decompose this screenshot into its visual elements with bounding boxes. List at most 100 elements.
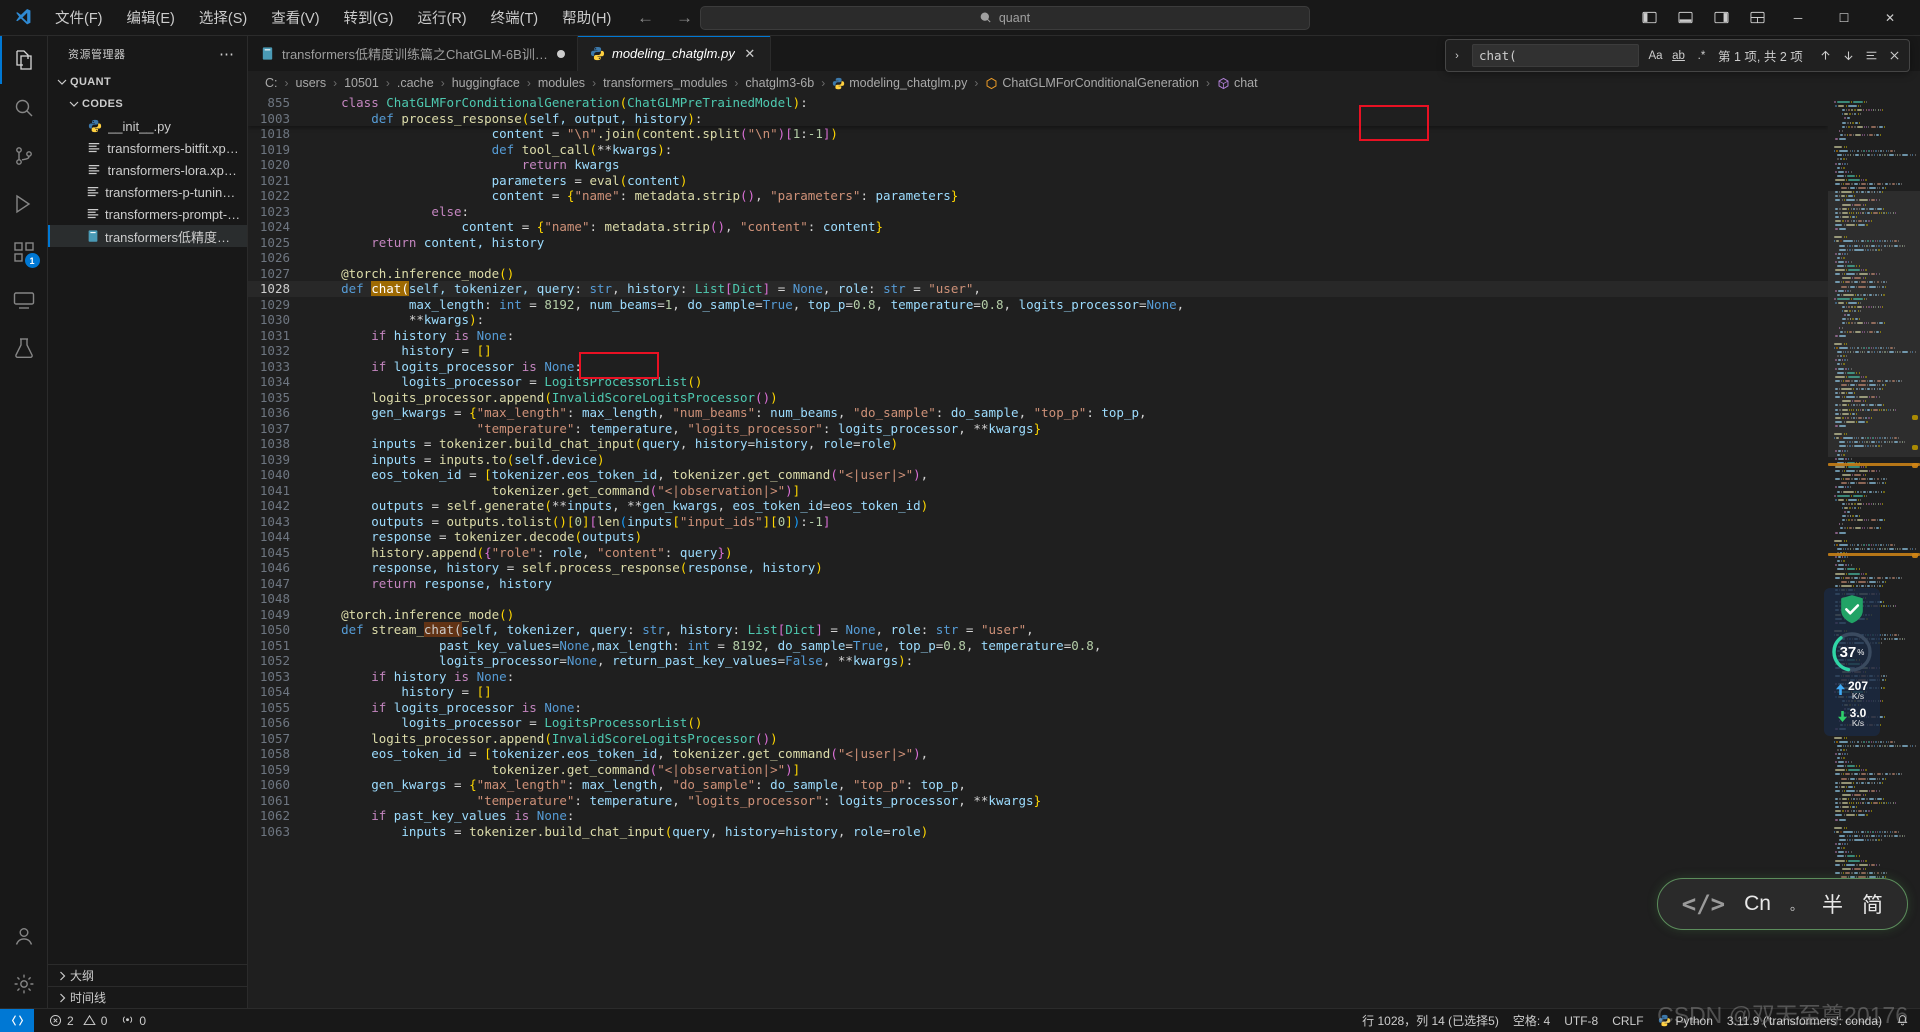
code-line[interactable]: 1061 "temperature": temperature, "logits… — [248, 793, 1828, 809]
menu-file[interactable]: 文件(F) — [44, 3, 114, 32]
menu-bar[interactable]: 文件(F) 编辑(E) 选择(S) 查看(V) 转到(G) 运行(R) 终端(T… — [44, 3, 622, 32]
code-line[interactable]: 1042 outputs = self.generate(**inputs, *… — [248, 498, 1828, 514]
toggle-secondary-sidebar-icon[interactable] — [1704, 5, 1738, 31]
toggle-primary-sidebar-icon[interactable] — [1632, 5, 1666, 31]
code-line[interactable]: 1043 outputs = outputs.tolist()[0][len(i… — [248, 514, 1828, 530]
arrow-left-icon[interactable]: ← — [637, 8, 654, 28]
sidebar-section-outline[interactable]: 大纲 — [48, 964, 247, 986]
code-line[interactable]: 1034 logits_processor = LogitsProcessorL… — [248, 374, 1828, 390]
find-previous-icon[interactable] — [1814, 45, 1836, 67]
file-item-transformers-p-tuning[interactable]: transformers-p-tuning.xpynb — [48, 181, 247, 203]
sticky-code-line[interactable]: 1003 def process_response(self, output, … — [248, 111, 1828, 127]
code-line[interactable]: 1036 gen_kwargs = {"max_length": max_len… — [248, 405, 1828, 421]
python-interpreter-status[interactable]: 3.11.9 ('transformers': conda) — [1720, 1009, 1889, 1032]
tab-modeling-chatglm-py[interactable]: modeling_chatglm.py ✕ — [578, 36, 771, 71]
code-line[interactable]: 1025 return content, history — [248, 235, 1828, 251]
code-line[interactable]: 1040 eos_token_id = [tokenizer.eos_token… — [248, 467, 1828, 483]
code-line[interactable]: 1060 gen_kwargs = {"max_length": max_len… — [248, 777, 1828, 793]
toggle-panel-icon[interactable] — [1668, 5, 1702, 31]
menu-go[interactable]: 转到(G) — [333, 3, 405, 32]
navigation-arrows[interactable]: ← → — [637, 8, 693, 28]
tab-dirty-indicator[interactable] — [557, 49, 565, 58]
code-line[interactable]: 1026 — [248, 250, 1828, 266]
code-line[interactable]: 1022 content = {"name": metadata.strip()… — [248, 188, 1828, 204]
customize-layout-icon[interactable] — [1740, 5, 1774, 31]
breadcrumb-item-method[interactable]: chat — [1214, 75, 1261, 91]
ime-code-mode[interactable]: </> — [1682, 890, 1725, 918]
sidebar-item-extensions[interactable]: 1 — [0, 228, 48, 276]
code-line[interactable]: 1035 logits_processor.append(InvalidScor… — [248, 390, 1828, 406]
file-item-transformers-chatglm[interactable]: transformers低精度训练篇之ChatG... — [48, 225, 247, 247]
accounts-button[interactable] — [0, 912, 48, 960]
find-input[interactable]: chat( — [1472, 44, 1639, 67]
code-line[interactable]: 1038 inputs = tokenizer.build_chat_input… — [248, 436, 1828, 452]
sidebar-section-timeline[interactable]: 时间线 — [48, 986, 247, 1008]
code-line[interactable]: 1045 history.append({"role": role, "cont… — [248, 545, 1828, 561]
code-line[interactable]: 1056 logits_processor = LogitsProcessorL… — [248, 715, 1828, 731]
ime-language-toggle[interactable]: Cn — [1744, 892, 1771, 916]
code-line[interactable]: 1027 @torch.inference_mode() — [248, 266, 1828, 282]
breadcrumb-item-class[interactable]: ChatGLMForConditionalGeneration — [982, 75, 1202, 91]
quick-input-bar[interactable]: quant — [700, 5, 1310, 30]
regex-toggle[interactable]: .* — [1691, 46, 1712, 66]
code-line[interactable]: 1021 parameters = eval(content) — [248, 173, 1828, 189]
code-line[interactable]: 1037 "temperature": temperature, "logits… — [248, 421, 1828, 437]
breadcrumb-item-cache[interactable]: .cache — [394, 75, 437, 91]
arrow-right-icon[interactable]: → — [676, 8, 693, 28]
minimap[interactable] — [1828, 95, 1920, 1008]
code-lines[interactable]: 1018 content = "\n".join(content.split("… — [248, 126, 1828, 839]
ime-simplified-toggle[interactable]: 简 — [1862, 889, 1883, 919]
tree-root-quant[interactable]: QUANT — [48, 71, 247, 93]
code-line[interactable]: 1018 content = "\n".join(content.split("… — [248, 126, 1828, 142]
encoding-status[interactable]: UTF-8 — [1557, 1009, 1605, 1032]
tree-folder-codes[interactable]: CODES — [48, 93, 247, 115]
menu-help[interactable]: 帮助(H) — [551, 3, 622, 32]
remote-window-button[interactable] — [0, 1008, 34, 1032]
ports-status[interactable]: 0 — [114, 1009, 153, 1032]
code-line[interactable]: 1055 if logits_processor is None: — [248, 700, 1828, 716]
ime-width-toggle[interactable]: 半 — [1822, 889, 1843, 919]
code-content[interactable]: 855 class ChatGLMForConditionalGeneratio… — [248, 95, 1828, 1008]
find-widget[interactable]: › chat( Aa ab .* 第 1 项, 共 2 项 — [1445, 39, 1910, 72]
breadcrumb-item-drive[interactable]: C: — [262, 75, 281, 91]
menu-terminal[interactable]: 终端(T) — [480, 3, 550, 32]
code-line[interactable]: 1062 if past_key_values is None: — [248, 808, 1828, 824]
indentation-status[interactable]: 空格: 4 — [1506, 1009, 1557, 1032]
eol-status[interactable]: CRLF — [1605, 1009, 1650, 1032]
code-line[interactable]: 1030 **kwargs): — [248, 312, 1828, 328]
cursor-position-status[interactable]: 行 1028，列 14 (已选择5) — [1355, 1009, 1506, 1032]
explorer-more-actions-icon[interactable]: ⋯ — [215, 45, 239, 63]
code-line[interactable]: 1028 def chat(self, tokenizer, query: st… — [248, 281, 1828, 297]
sidebar-item-run-debug[interactable] — [0, 180, 48, 228]
code-line[interactable]: 1024 content = {"name": metadata.strip()… — [248, 219, 1828, 235]
find-in-selection-icon[interactable] — [1860, 45, 1882, 67]
code-line[interactable]: 1053 if history is None: — [248, 669, 1828, 685]
match-case-toggle[interactable]: Aa — [1645, 46, 1666, 66]
breadcrumb-item-10501[interactable]: 10501 — [341, 75, 382, 91]
breadcrumb-item-huggingface[interactable]: huggingface — [449, 75, 523, 91]
code-line[interactable]: 1059 tokenizer.get_command("<|observatio… — [248, 762, 1828, 778]
menu-run[interactable]: 运行(R) — [406, 3, 477, 32]
chevron-right-icon[interactable]: › — [1448, 50, 1466, 62]
breadcrumb-item-modules[interactable]: modules — [535, 75, 588, 91]
code-line[interactable]: 1063 inputs = tokenizer.build_chat_input… — [248, 824, 1828, 840]
code-line[interactable]: 1047 return response, history — [248, 576, 1828, 592]
breadcrumb-item-transformers-modules[interactable]: transformers_modules — [600, 75, 730, 91]
sticky-code-line[interactable]: 855 class ChatGLMForConditionalGeneratio… — [248, 95, 1828, 111]
breadcrumb-item-chatglm3-6b[interactable]: chatglm3-6b — [742, 75, 817, 91]
code-line[interactable]: 1032 history = [] — [248, 343, 1828, 359]
sidebar-item-search[interactable] — [0, 84, 48, 132]
window-minimize-button[interactable]: ─ — [1776, 1, 1820, 35]
sidebar-item-source-control[interactable] — [0, 132, 48, 180]
file-item-transformers-lora[interactable]: transformers-lora.xpynb — [48, 159, 247, 181]
code-line[interactable]: 1052 logits_processor=None, return_past_… — [248, 653, 1828, 669]
code-line[interactable]: 1057 logits_processor.append(InvalidScor… — [248, 731, 1828, 747]
notifications-bell-icon[interactable] — [1889, 1009, 1916, 1032]
code-line[interactable]: 1058 eos_token_id = [tokenizer.eos_token… — [248, 746, 1828, 762]
tab-close-icon[interactable]: ✕ — [742, 46, 758, 62]
whole-word-toggle[interactable]: ab — [1668, 46, 1689, 66]
tab-notebook-chatglm[interactable]: transformers低精度训练篇之ChatGLM-6B训练实战.ipynb — [248, 36, 578, 71]
code-line[interactable]: 1031 if history is None: — [248, 328, 1828, 344]
sidebar-item-testing[interactable] — [0, 324, 48, 372]
code-line[interactable]: 1041 tokenizer.get_command("<|observatio… — [248, 483, 1828, 499]
